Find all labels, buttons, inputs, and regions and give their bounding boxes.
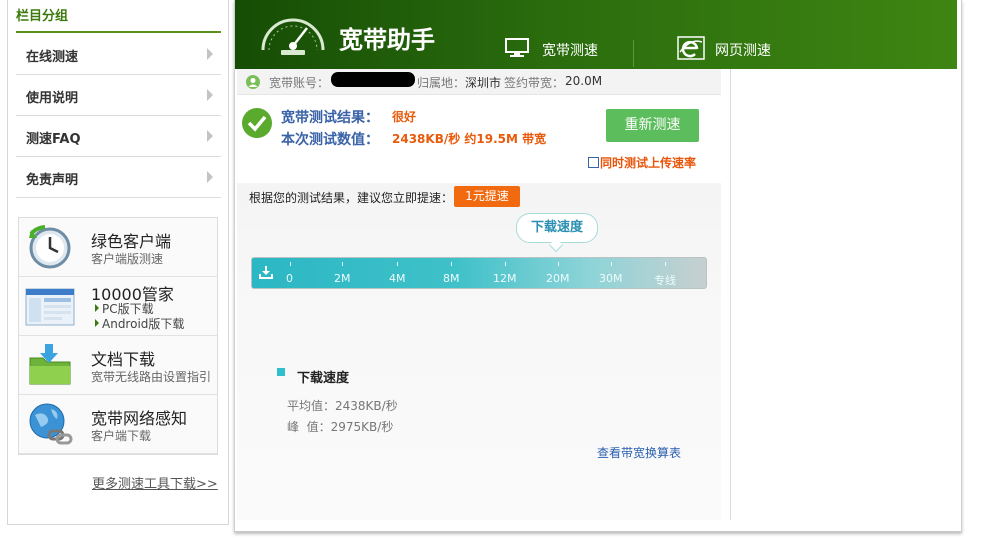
user-icon	[246, 75, 260, 89]
sidebar-item-label: 在线测速	[26, 50, 79, 65]
location-label: 归属地：	[417, 76, 466, 90]
gauge-tick: 12M	[493, 262, 517, 285]
gauge-tick-label: 8M	[443, 272, 460, 285]
gauge-tick-label: 2M	[334, 272, 351, 285]
gauge-tick-label: 4M	[389, 272, 406, 285]
tool-title: 宽带网络感知	[91, 409, 188, 428]
upload-test-label: 同时测试上传速率	[600, 156, 697, 170]
tool-subtitle: 宽带无线路由设置指引	[91, 370, 212, 384]
speedup-advice: 根据您的测试结果，建议您立即提速：	[249, 191, 454, 205]
peak-label: 峰 值：	[287, 420, 331, 434]
chevron-right-icon	[207, 89, 213, 101]
folder-download-icon	[29, 344, 71, 385]
software-window-icon	[25, 288, 75, 326]
speedup-button[interactable]: 1元提速	[454, 186, 520, 207]
average-speed: 平均值：2438KB/秒	[287, 397, 398, 414]
android-download-link[interactable]: Android版下载	[95, 315, 184, 332]
gauge-tick: 4M	[389, 262, 406, 285]
result-value: 很好	[392, 110, 417, 124]
gauge-tick: 专线	[654, 262, 676, 288]
gauge-tick-label: 12M	[493, 272, 517, 285]
gauge-tick-label: 30M	[599, 272, 623, 285]
chevron-right-icon	[207, 171, 213, 183]
sidebar: 栏目分组 在线测速 使用说明 测速FAQ 免责声明 绿色客户端 客户端版测速 1…	[7, 0, 229, 525]
account-value-redacted	[331, 72, 415, 87]
gauge-tick: 20M	[546, 262, 570, 285]
bandwidth-conversion-link[interactable]: 查看带宽换算表	[597, 444, 681, 461]
tab-label: 宽带测速	[542, 43, 598, 59]
gauge-tick: 0	[286, 262, 293, 285]
peak-value: 2975KB/秒	[330, 420, 394, 434]
speed-gauge: 0 2M 4M 8M 12M 20M 30M 专线	[251, 257, 707, 289]
account-label: 宽带账号：	[269, 76, 330, 90]
bandwidth-label: 签约带宽：	[504, 76, 565, 90]
test-value-label: 本次测试数值：	[281, 132, 379, 148]
header: 宽带助手 宽带测速 网页测速	[235, 0, 957, 69]
gauge-tick: 30M	[599, 262, 623, 285]
chevron-right-icon	[207, 48, 213, 60]
gauge-tick: 8M	[443, 262, 460, 285]
legend-swatch	[277, 368, 285, 376]
android-download-label: Android版下载	[102, 317, 185, 331]
ie-icon	[677, 36, 705, 60]
tool-downloads: 绿色客户端 客户端版测速 10000管家 PC版下载 Android版下载 文档…	[18, 217, 218, 455]
sidebar-item-label: 免责声明	[26, 173, 79, 188]
account-info-bar: 宽带账号： 归属地： 深圳市 签约带宽： 20.0M	[237, 69, 721, 95]
arrow-right-icon	[95, 304, 99, 312]
app-title: 宽带助手	[339, 26, 435, 54]
result-label: 宽带测试结果：	[281, 110, 379, 126]
sidebar-item-faq[interactable]: 测速FAQ	[16, 116, 221, 157]
gauge-tick-label: 0	[286, 272, 293, 285]
sidebar-item-disclaimer[interactable]: 免责声明	[16, 157, 221, 198]
check-circle-icon	[242, 108, 272, 138]
clock-icon	[29, 225, 71, 269]
main-panel: 宽带助手 宽带测速 网页测速 宽带账号： 归属地： 深圳市 签约带宽： 20.0…	[234, 0, 962, 532]
upload-test-checkbox[interactable]: 同时测试上传速率	[588, 154, 696, 171]
tab-divider	[633, 40, 634, 67]
legend-label: 下载速度	[297, 371, 350, 386]
globe-link-icon	[29, 403, 73, 445]
sidebar-item-label: 使用说明	[26, 91, 79, 106]
location-value: 深圳市	[465, 76, 502, 90]
speedometer-icon	[261, 18, 325, 55]
arrow-right-icon	[95, 319, 99, 327]
peak-speed: 峰 值：2975KB/秒	[287, 418, 393, 435]
tool-network-awareness[interactable]: 宽带网络感知 客户端下载	[19, 395, 217, 454]
chevron-right-icon	[207, 130, 213, 142]
average-value: 2438KB/秒	[335, 399, 398, 413]
sidebar-item-online-test[interactable]: 在线测速	[16, 34, 221, 75]
download-icon	[259, 266, 273, 279]
tool-subtitle: 客户端版测速	[91, 252, 164, 266]
speed-test-area	[237, 183, 721, 520]
tool-document-download[interactable]: 文档下载 宽带无线路由设置指引	[19, 336, 217, 395]
bandwidth-value: 20.0M	[565, 74, 603, 88]
average-label: 平均值：	[287, 399, 336, 413]
retest-button[interactable]: 重新测速	[606, 109, 699, 142]
gauge-tick-label: 20M	[546, 272, 570, 285]
tool-title: 文档下载	[91, 350, 156, 369]
sidebar-item-instructions[interactable]: 使用说明	[16, 75, 221, 116]
tab-label: 网页测速	[715, 43, 771, 59]
tool-10000-manager: 10000管家 PC版下载 Android版下载	[19, 277, 217, 336]
more-tools-link[interactable]: 更多测速工具下载>>	[92, 473, 218, 492]
monitor-icon	[505, 38, 529, 57]
tool-title: 绿色客户端	[91, 232, 172, 251]
tool-subtitle: 客户端下载	[91, 429, 152, 443]
sidebar-title: 栏目分组	[16, 6, 221, 33]
gauge-tick-label: 专线	[654, 274, 676, 287]
right-panel	[730, 69, 957, 520]
tool-green-client[interactable]: 绿色客户端 客户端版测速	[19, 218, 217, 277]
test-value: 2438KB/秒 约19.5M 带宽	[392, 132, 547, 146]
checkbox[interactable]	[588, 157, 599, 168]
sidebar-item-label: 测速FAQ	[26, 132, 81, 147]
gauge-tick: 2M	[334, 262, 351, 285]
pc-download-label: PC版下载	[102, 302, 154, 316]
